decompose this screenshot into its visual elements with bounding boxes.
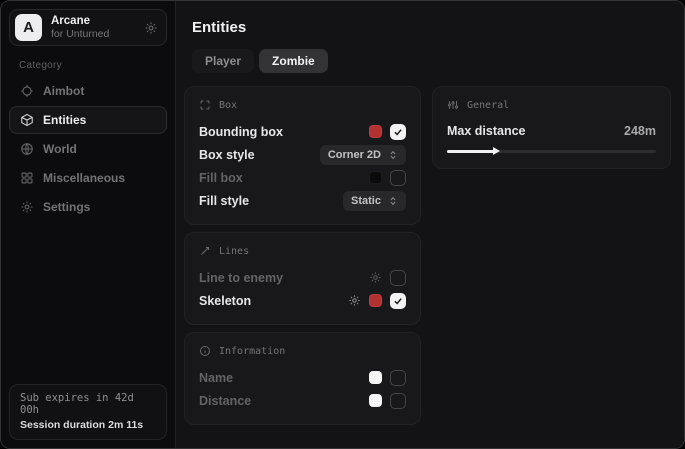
app-logo-letter: A: [23, 19, 34, 36]
sidebar-item-settings[interactable]: Settings: [9, 193, 167, 221]
sidebar: A Arcane for Unturned Category: [1, 1, 176, 448]
distance-checkbox[interactable]: [390, 393, 406, 409]
arcane-window: A Arcane for Unturned Category: [0, 0, 685, 449]
scan-brackets-icon: [199, 99, 211, 111]
entities-cube-icon: [20, 113, 34, 127]
logo-card: A Arcane for Unturned: [9, 9, 167, 46]
max-distance-row: Max distance 248m: [447, 120, 656, 142]
skeleton-color-swatch[interactable]: [369, 294, 382, 307]
box-style-dropdown[interactable]: Corner 2D: [320, 145, 406, 165]
gear-icon: [20, 200, 34, 214]
general-card: General Max distance 248m: [432, 86, 671, 169]
name-row: Name: [199, 366, 406, 389]
card-title: General: [467, 100, 509, 111]
session-duration-text: Session duration 2m 11s: [20, 419, 156, 431]
subscription-status-card: Sub expires in 42d 00h Session duration …: [9, 384, 167, 440]
entity-tabs: Player Zombie: [192, 49, 671, 73]
slider-thumb[interactable]: [493, 147, 500, 155]
sidebar-item-label: Entities: [43, 113, 86, 127]
distance-color-swatch[interactable]: [369, 394, 382, 407]
slider-fill: [447, 150, 495, 153]
grid-icon: [20, 171, 34, 185]
fill-style-dropdown[interactable]: Static: [343, 191, 406, 211]
chevron-up-down-icon: [388, 196, 398, 206]
line-segment-icon: [199, 245, 211, 257]
name-checkbox[interactable]: [390, 370, 406, 386]
tab-player[interactable]: Player: [192, 49, 254, 73]
settings-gear-icon[interactable]: [144, 21, 158, 35]
line-to-enemy-checkbox[interactable]: [390, 270, 406, 286]
sidebar-item-world[interactable]: World: [9, 135, 167, 163]
information-card: Information Name Distance: [184, 332, 421, 425]
sidebar-item-label: Aimbot: [43, 84, 84, 98]
app-logo: A: [15, 14, 42, 41]
chevron-up-down-icon: [388, 150, 398, 160]
sidebar-item-aimbot[interactable]: Aimbot: [9, 77, 167, 105]
tab-zombie[interactable]: Zombie: [259, 49, 328, 73]
sidebar-nav: Aimbot Entities World: [9, 77, 167, 221]
app-title: Arcane: [51, 15, 135, 28]
sidebar-item-label: Settings: [43, 200, 90, 214]
crosshair-icon: [20, 84, 34, 98]
fill-style-row: Fill style Static: [199, 189, 406, 212]
sliders-icon: [447, 99, 459, 111]
bounding-box-checkbox[interactable]: [390, 124, 406, 140]
line-to-enemy-row: Line to enemy: [199, 266, 406, 289]
distance-row: Distance: [199, 389, 406, 412]
sidebar-item-entities[interactable]: Entities: [9, 106, 167, 134]
name-color-swatch[interactable]: [369, 371, 382, 384]
fill-box-color-swatch[interactable]: [369, 171, 382, 184]
bounding-box-color-swatch[interactable]: [369, 125, 382, 138]
sidebar-item-label: Miscellaneous: [43, 171, 125, 185]
box-card: Box Bounding box Box style: [184, 86, 421, 225]
card-title: Box: [219, 100, 237, 111]
max-distance-slider[interactable]: [447, 146, 656, 156]
main-content: Entities Player Zombie Box: [176, 1, 684, 448]
skeleton-settings-gear-icon[interactable]: [348, 294, 361, 307]
max-distance-value: 248m: [624, 124, 656, 138]
box-style-row: Box style Corner 2D: [199, 143, 406, 166]
lines-card: Lines Line to enemy: [184, 232, 421, 325]
globe-icon: [20, 142, 34, 156]
card-title: Information: [219, 346, 285, 357]
fill-box-checkbox[interactable]: [390, 170, 406, 186]
sidebar-item-label: World: [43, 142, 77, 156]
sidebar-item-miscellaneous[interactable]: Miscellaneous: [9, 164, 167, 192]
fill-box-row: Fill box: [199, 166, 406, 189]
skeleton-checkbox[interactable]: [390, 293, 406, 309]
sub-expiry-text: Sub expires in 42d 00h: [20, 392, 156, 416]
card-title: Lines: [219, 246, 249, 257]
line-settings-gear-icon[interactable]: [369, 271, 382, 284]
category-label: Category: [19, 60, 167, 71]
app-subtitle: for Unturned: [51, 28, 135, 40]
page-title: Entities: [192, 19, 671, 36]
info-circle-icon: [199, 345, 211, 357]
skeleton-row: Skeleton: [199, 289, 406, 312]
bounding-box-row: Bounding box: [199, 120, 406, 143]
